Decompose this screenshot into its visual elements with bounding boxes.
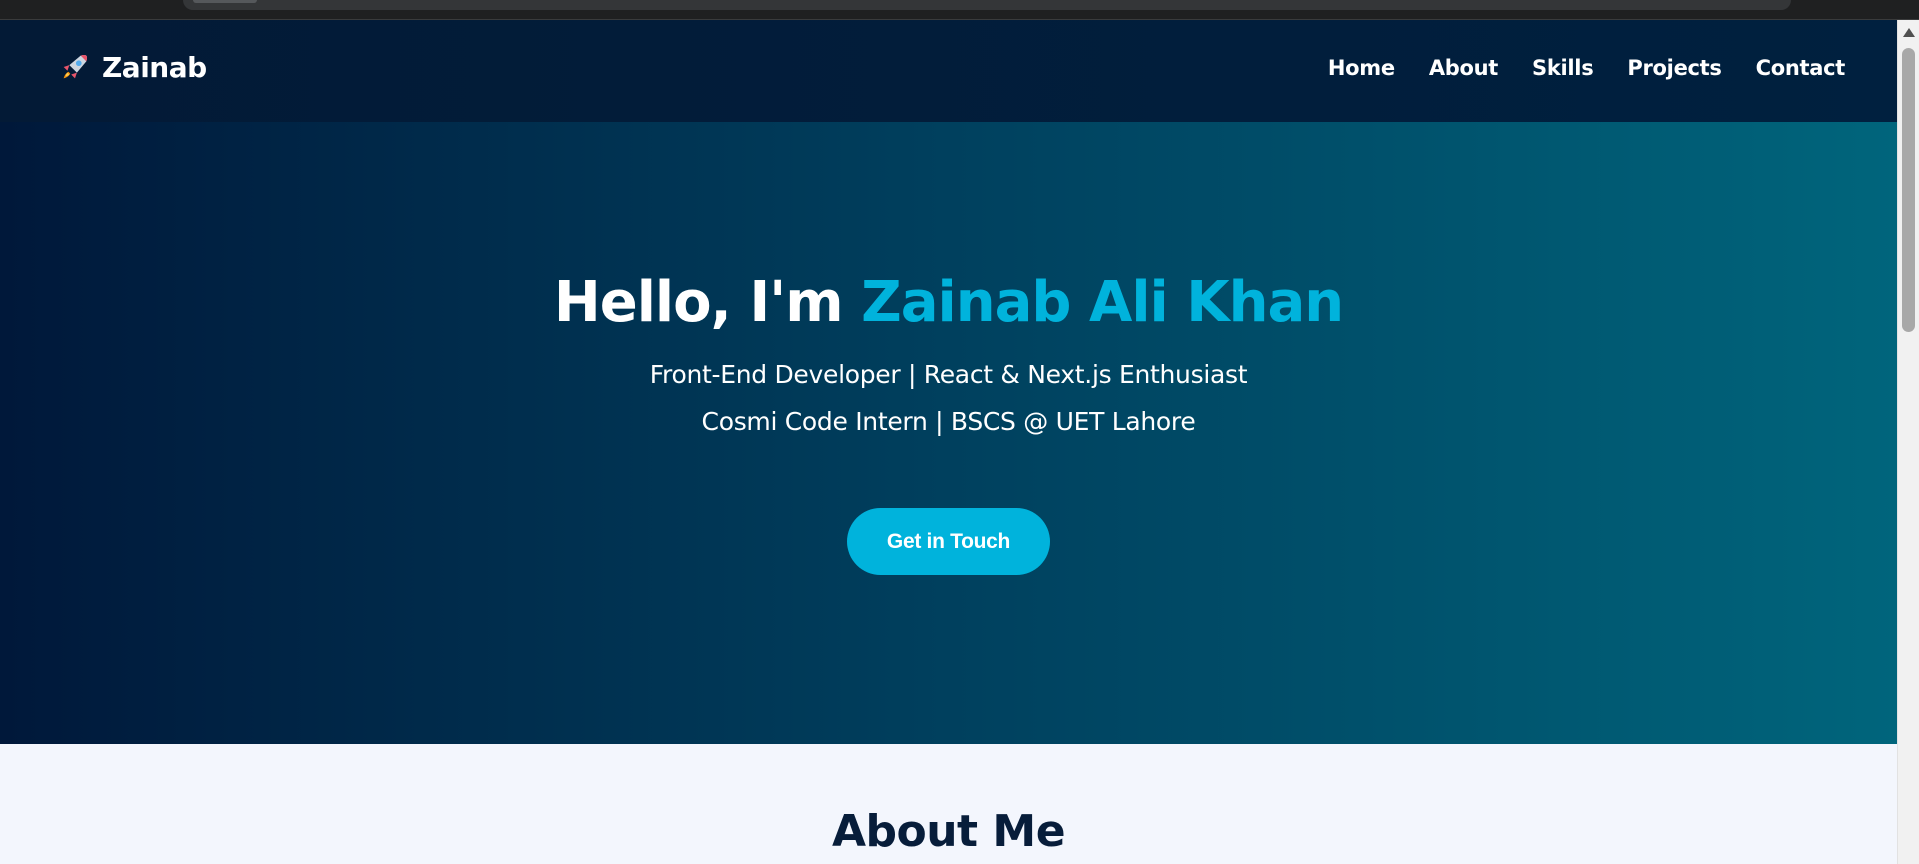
browser-tab-bar [183, 0, 1791, 10]
navbar: Zainab Home About Skills Projects Contac… [0, 20, 1897, 122]
nav-link-projects[interactable]: Projects [1627, 56, 1722, 80]
hero-title: Hello, I'm Zainab Ali Khan [0, 270, 1897, 335]
nav-links: Home About Skills Projects Contact [1328, 56, 1845, 80]
nav-link-skills[interactable]: Skills [1532, 56, 1594, 80]
brand-name: Zainab [102, 50, 207, 84]
hero-greeting: Hello, I'm [553, 270, 862, 335]
portfolio-page: Zainab Home About Skills Projects Contac… [0, 20, 1897, 864]
hero-name: Zainab Ali Khan [861, 270, 1344, 335]
nav-link-about[interactable]: About [1429, 56, 1499, 80]
nav-link-home[interactable]: Home [1328, 56, 1395, 80]
page-scrollbar[interactable] [1897, 20, 1919, 864]
scrollbar-thumb[interactable] [1902, 48, 1915, 332]
hero-section: Hello, I'm Zainab Ali Khan Front-End Dev… [0, 122, 1897, 744]
hero-subline: Cosmi Code Intern | BSCS @ UET Lahore [701, 407, 1196, 436]
get-in-touch-button[interactable]: Get in Touch [847, 508, 1050, 575]
rocket-icon [63, 54, 88, 79]
browser-top-strip [0, 0, 1919, 20]
about-title: About Me [831, 806, 1066, 857]
brand-logo[interactable]: Zainab [58, 50, 207, 84]
scroll-up-arrow-icon[interactable] [1903, 28, 1915, 37]
nav-link-contact[interactable]: Contact [1756, 56, 1846, 80]
browser-tab-handle[interactable] [193, 0, 257, 3]
about-section: About Me [0, 744, 1897, 864]
hero-tagline: Front-End Developer | React & Next.js En… [649, 360, 1248, 389]
